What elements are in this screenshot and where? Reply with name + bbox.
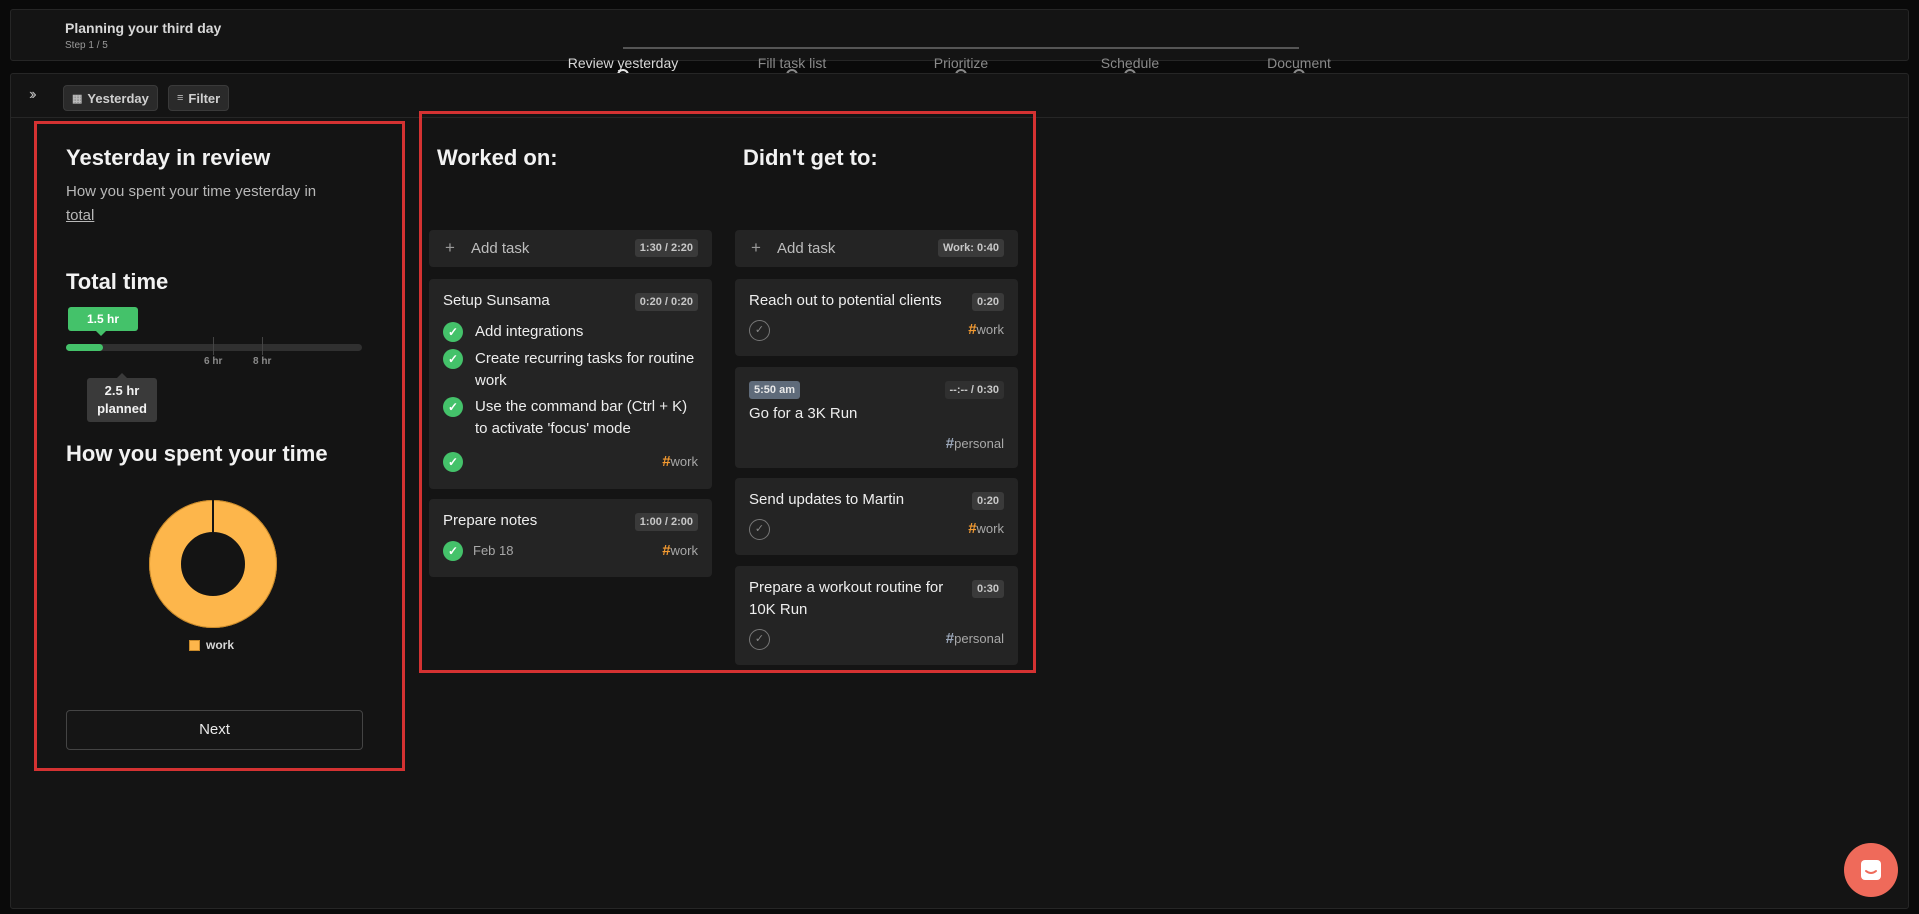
actual-time-badge: 1.5 hr bbox=[68, 307, 138, 336]
task-time: 1:00 / 2:00 bbox=[634, 513, 698, 531]
task-check-icon[interactable]: ✓ bbox=[749, 320, 770, 341]
hash-icon: # bbox=[662, 453, 671, 470]
task-check-icon[interactable]: ✓ bbox=[749, 519, 770, 540]
plus-icon: + bbox=[751, 238, 761, 257]
date-chip-label: Yesterday bbox=[87, 90, 149, 106]
didnt-get-to-add-task[interactable]: + Add task Work: 0:40 bbox=[735, 230, 1018, 267]
review-description: How you spent your time yesterday in tot… bbox=[66, 180, 366, 228]
subtask-check-icon[interactable]: ✓ bbox=[443, 322, 463, 342]
planned-time-value: 2.5 hr bbox=[104, 383, 140, 398]
tick-6hr bbox=[213, 337, 214, 355]
task-title: Send updates to Martin bbox=[749, 491, 905, 508]
planned-time-label: planned bbox=[97, 401, 147, 416]
task-tag: #work bbox=[968, 520, 1004, 537]
next-button[interactable]: Next bbox=[66, 710, 363, 750]
task-time: --:-- / 0:30 bbox=[944, 381, 1004, 399]
task-tag: #work bbox=[662, 453, 698, 470]
task-title: Go for a 3K Run bbox=[749, 405, 858, 422]
task-check-icon[interactable]: ✓ bbox=[443, 541, 463, 561]
task-card-reach-out[interactable]: Reach out to potential clients 0:20 ✓ #w… bbox=[735, 279, 1018, 356]
task-card-workout-routine[interactable]: Prepare a workout routine for 10K Run 0:… bbox=[735, 566, 1018, 665]
review-title: Yesterday in review bbox=[66, 145, 271, 170]
spent-time-heading: How you spent your time bbox=[66, 441, 328, 466]
task-date: Feb 18 bbox=[473, 543, 514, 558]
task-title: Prepare notes bbox=[443, 512, 538, 529]
subtask-check-icon[interactable]: ✓ bbox=[443, 349, 463, 369]
legend-swatch-work bbox=[189, 639, 200, 651]
task-title: Reach out to potential clients bbox=[749, 292, 942, 309]
task-check-icon[interactable]: ✓ bbox=[749, 629, 770, 650]
task-tag-label: personal bbox=[954, 436, 1004, 451]
start-time-chip: 5:50 am bbox=[749, 381, 800, 399]
task-time: 0:30 bbox=[971, 580, 1004, 598]
task-time: 0:20 bbox=[971, 492, 1004, 510]
tick-label-8hr: 8 hr bbox=[253, 356, 272, 367]
date-filter-chip[interactable]: ▦ Yesterday bbox=[63, 85, 158, 111]
calendar-icon: ▦ bbox=[72, 92, 83, 105]
tick-label-6hr: 6 hr bbox=[204, 356, 223, 367]
legend-label-work: work bbox=[206, 638, 235, 652]
total-link[interactable]: total bbox=[66, 207, 94, 224]
chat-support-button[interactable] bbox=[1844, 843, 1898, 897]
task-columns-panel: Worked on: + Add task 1:30 / 2:20 Setup … bbox=[419, 111, 1036, 673]
task-time: 0:20 bbox=[971, 293, 1004, 311]
planning-step-counter: Step 1 / 5 bbox=[65, 40, 108, 51]
task-tag: #personal bbox=[946, 435, 1004, 452]
stepper-track: Review yesterday Fill task list Prioriti… bbox=[568, 47, 1331, 81]
task-card-send-updates[interactable]: Send updates to Martin 0:20 ✓ #work bbox=[735, 478, 1018, 555]
worked-on-title: Worked on: bbox=[437, 145, 558, 170]
task-title: Setup Sunsama bbox=[443, 292, 550, 309]
filter-chip-label: Filter bbox=[188, 90, 221, 106]
chat-icon bbox=[1861, 860, 1881, 880]
subtask-item: Add integrations bbox=[475, 323, 584, 340]
review-description-text: How you spent your time yesterday in bbox=[66, 183, 317, 200]
task-tag-label: work bbox=[670, 454, 698, 469]
task-tag: #personal bbox=[946, 630, 1004, 647]
task-tag: #work bbox=[662, 542, 698, 559]
hash-icon: # bbox=[945, 435, 955, 452]
task-card-3k-run[interactable]: 5:50 am --:-- / 0:30 Go for a 3K Run #pe… bbox=[735, 367, 1018, 468]
task-tag-label: work bbox=[976, 521, 1004, 536]
double-chevron-right-icon[interactable]: ›› bbox=[29, 86, 36, 104]
task-tag-label: work bbox=[976, 322, 1004, 337]
review-panel: Yesterday in review How you spent your t… bbox=[34, 121, 405, 771]
time-progress-track bbox=[66, 344, 362, 351]
subtask-item: Create recurring tasks for routine work bbox=[475, 350, 695, 389]
time-progress-fill bbox=[66, 344, 103, 351]
filter-icon: ≡ bbox=[177, 92, 184, 104]
subtask-item: Use the command bar (Ctrl + K) to activa… bbox=[475, 398, 688, 437]
task-tag: #work bbox=[968, 321, 1004, 338]
planning-title: Planning your third day bbox=[65, 20, 222, 36]
task-check-icon[interactable]: ✓ bbox=[443, 452, 463, 472]
didnt-get-to-title: Didn't get to: bbox=[743, 145, 878, 170]
hash-icon: # bbox=[968, 520, 977, 537]
task-card-setup-sunsama[interactable]: Setup Sunsama 0:20 / 0:20 ✓ Add integrat… bbox=[429, 279, 712, 489]
add-task-label: Add task bbox=[471, 240, 530, 257]
subtask-check-icon[interactable]: ✓ bbox=[443, 397, 463, 417]
task-title: Prepare a workout routine for 10K Run bbox=[749, 579, 944, 618]
task-time: 0:20 / 0:20 bbox=[634, 293, 698, 311]
worked-on-add-task[interactable]: + Add task 1:30 / 2:20 bbox=[429, 230, 712, 267]
worked-on-time-total: 1:30 / 2:20 bbox=[634, 239, 698, 257]
planning-header: Planning your third day Step 1 / 5 Revie… bbox=[10, 9, 1909, 81]
task-tag-label: personal bbox=[954, 631, 1004, 646]
total-time-heading: Total time bbox=[66, 269, 169, 294]
tick-8hr bbox=[262, 337, 263, 355]
task-card-prepare-notes[interactable]: Prepare notes 1:00 / 2:00 ✓ Feb 18 #work bbox=[429, 499, 712, 577]
didnt-get-to-time-total: Work: 0:40 bbox=[937, 239, 1004, 257]
plus-icon: + bbox=[445, 238, 455, 257]
hash-icon: # bbox=[662, 542, 671, 559]
hash-icon: # bbox=[945, 630, 955, 647]
time-donut-chart bbox=[149, 499, 277, 628]
add-task-label: Add task bbox=[777, 240, 836, 257]
hash-icon: # bbox=[968, 321, 977, 338]
planned-time-tooltip: 2.5 hr planned bbox=[87, 373, 157, 422]
filter-chip[interactable]: ≡ Filter bbox=[168, 85, 230, 111]
task-tag-label: work bbox=[670, 543, 698, 558]
chart-legend: work bbox=[189, 638, 234, 652]
